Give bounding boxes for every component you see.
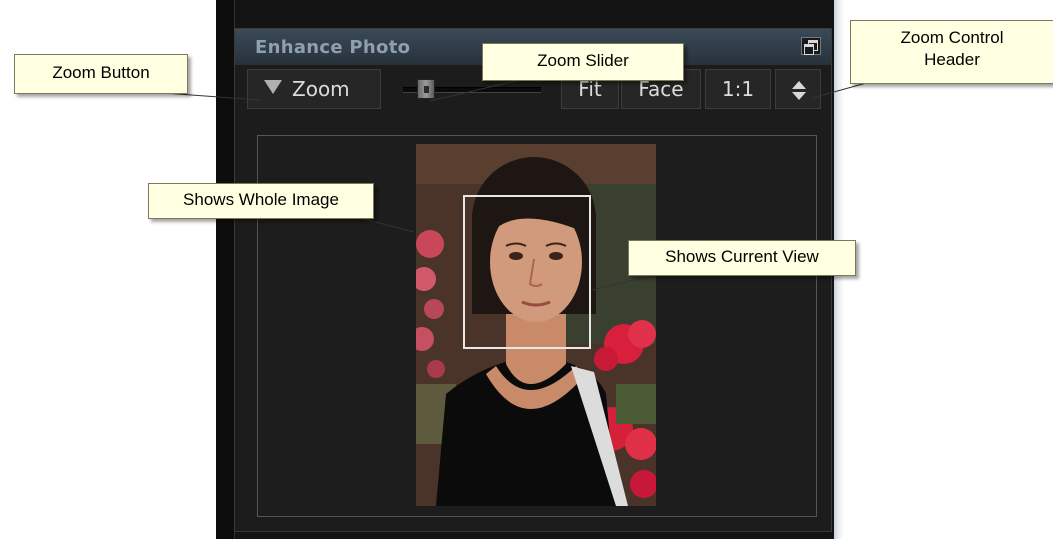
app-left-edge bbox=[216, 0, 235, 539]
callout-zoom-control-header: Zoom Control Header bbox=[850, 20, 1053, 84]
triangle-down-icon bbox=[264, 80, 282, 94]
callout-zoom-slider: Zoom Slider bbox=[482, 43, 684, 81]
zoom-button-label: Zoom bbox=[292, 77, 350, 101]
zoom-slider-thumb[interactable] bbox=[417, 79, 435, 99]
callout-zoom-button: Zoom Button bbox=[14, 54, 188, 94]
zoom-button[interactable]: Zoom bbox=[247, 69, 381, 109]
one-to-one-button[interactable]: 1:1 bbox=[705, 69, 771, 109]
enhance-photo-panel: Enhance Photo Zoom Fit Face 1:1 bbox=[234, 28, 832, 532]
current-view-box[interactable] bbox=[463, 195, 591, 349]
callout-header-line1: Zoom Control bbox=[900, 28, 1004, 47]
callout-shows-current-view: Shows Current View bbox=[628, 240, 856, 276]
down-arrow-icon bbox=[792, 92, 806, 100]
callout-shows-whole-image: Shows Whole Image bbox=[148, 183, 374, 219]
restore-window-icon[interactable] bbox=[801, 37, 821, 55]
panel-title: Enhance Photo bbox=[255, 37, 411, 58]
callout-header-line2: Header bbox=[924, 50, 980, 69]
photo-thumbnail[interactable] bbox=[416, 144, 656, 506]
up-arrow-icon bbox=[792, 81, 806, 89]
expand-toggle-button[interactable] bbox=[775, 69, 821, 109]
